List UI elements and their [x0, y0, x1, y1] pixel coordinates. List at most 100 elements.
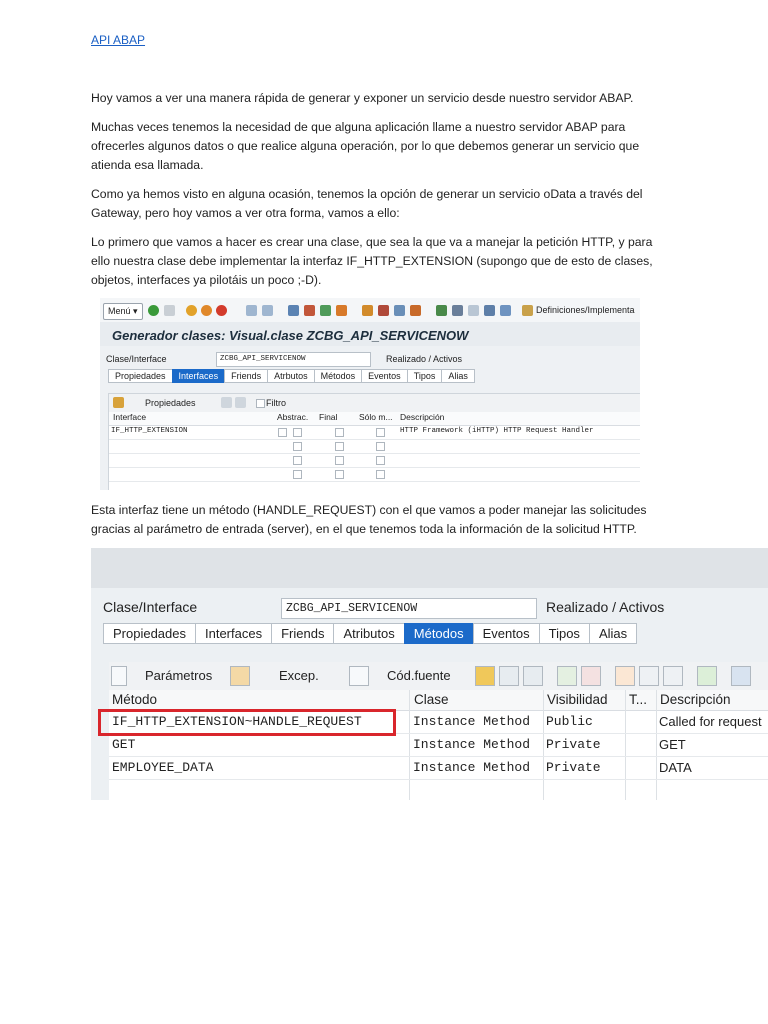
menu-button[interactable]: Menú ▾ [103, 303, 143, 320]
tab-properties[interactable]: Propiedades [103, 623, 196, 644]
status-label: Realizado / Activos [546, 599, 665, 615]
final-checkbox[interactable] [335, 456, 344, 465]
api-abap-link[interactable]: API ABAP [91, 33, 145, 47]
method-name: GET [112, 737, 136, 752]
delete-row-icon[interactable] [581, 666, 601, 686]
delete-row-icon[interactable] [235, 397, 246, 408]
modeled-checkbox[interactable] [376, 456, 385, 465]
sap-class-builder-screenshot: Menú ▾ Definiciones/Implementa Generador… [100, 298, 640, 490]
interface-name: IF_HTTP_EXTENSION [111, 427, 188, 435]
modeled-checkbox[interactable] [376, 428, 385, 437]
title-band [91, 548, 768, 588]
where-used-icon[interactable] [320, 305, 331, 316]
insert-row-icon[interactable] [557, 666, 577, 686]
display-object-icon[interactable] [362, 305, 373, 316]
table-row[interactable]: GET Instance Method Private GET [109, 734, 768, 757]
tab-friends[interactable]: Friends [271, 623, 335, 644]
hierarchy-icon[interactable] [697, 666, 717, 686]
method-paragraph: Esta interfaz tiene un método (HANDLE_RE… [91, 503, 647, 536]
paste-icon[interactable] [663, 666, 683, 686]
tab-interfaces[interactable]: Interfaces [171, 369, 226, 383]
class-interface-label: Clase/Interface [106, 354, 167, 364]
class-builder-title: Generador clases: Visual.clase ZCBG_API_… [112, 328, 469, 343]
tab-friends[interactable]: Friends [224, 369, 269, 383]
tab-strip: Propiedades Interfaces Friends Atrbutos … [108, 369, 475, 383]
tab-aliases[interactable]: Alias [441, 369, 475, 383]
col-description: Descripción [660, 692, 731, 707]
abstract-checkbox[interactable] [293, 470, 302, 479]
properties-button[interactable]: Propiedades [145, 398, 196, 408]
exceptions-button[interactable]: Excep. [279, 667, 319, 685]
abstract-checkbox[interactable] [293, 456, 302, 465]
move-icon[interactable] [523, 666, 543, 686]
modeled-checkbox[interactable] [376, 470, 385, 479]
table-row[interactable] [109, 454, 640, 468]
insert-row-icon[interactable] [221, 397, 232, 408]
definitions-icon[interactable] [522, 305, 533, 316]
object-list-icon[interactable] [336, 305, 347, 316]
exceptions-icon [230, 666, 250, 686]
final-checkbox[interactable] [335, 470, 344, 479]
tab-attributes[interactable]: Atributos [333, 623, 405, 644]
modeled-checkbox[interactable] [376, 442, 385, 451]
class-interface-field[interactable]: ZCBG_API_SERVICENOW [216, 352, 371, 367]
tab-types[interactable]: Tipos [406, 369, 443, 383]
col-type: T... [629, 692, 648, 707]
pencil-icon[interactable] [378, 305, 389, 316]
copy-icon[interactable] [499, 666, 519, 686]
filter-label: Filtro [266, 398, 286, 408]
tab-events[interactable]: Eventos [361, 369, 408, 383]
table-row[interactable] [109, 468, 640, 482]
layout-icon[interactable] [468, 305, 479, 316]
tab-methods[interactable]: Métodos [313, 369, 363, 383]
source-code-button[interactable]: Cód.fuente [387, 667, 451, 685]
edit-icon[interactable] [288, 305, 299, 316]
tab-attributes[interactable]: Atrbutos [267, 369, 315, 383]
abstract-checkbox[interactable] [293, 428, 302, 437]
back-icon[interactable] [186, 305, 197, 316]
sort-icon[interactable] [452, 305, 463, 316]
parameters-button[interactable]: Parámetros [145, 667, 212, 685]
table-row[interactable] [109, 440, 640, 454]
copy-row-icon[interactable] [639, 666, 659, 686]
method-name: EMPLOYEE_DATA [112, 760, 214, 775]
abstract-checkbox[interactable] [293, 442, 302, 451]
cut-icon[interactable] [615, 666, 635, 686]
tab-methods[interactable]: Métodos [403, 623, 474, 644]
exit-icon[interactable] [201, 305, 212, 316]
table-row[interactable]: EMPLOYEE_DATA Instance Method Private DA… [109, 757, 768, 780]
method-visibility: Public [546, 714, 593, 729]
final-checkbox[interactable] [335, 428, 344, 437]
display-icon[interactable] [278, 428, 287, 437]
tab-types[interactable]: Tipos [538, 623, 590, 644]
activate-icon[interactable] [304, 305, 315, 316]
table-row[interactable] [109, 780, 768, 800]
table-row[interactable]: IF_HTTP_EXTENSION HTTP Framework (iHTTP)… [109, 426, 640, 440]
final-checkbox[interactable] [335, 442, 344, 451]
method-type: Instance Method [413, 737, 531, 752]
tab-events[interactable]: Eventos [472, 623, 540, 644]
save-icon[interactable] [164, 305, 175, 316]
tab-aliases[interactable]: Alias [588, 623, 638, 644]
method-type: Instance Method [413, 760, 531, 775]
tab-strip: Propiedades Interfaces Friends Atributos… [103, 623, 638, 644]
navigate-icon[interactable] [394, 305, 405, 316]
previous-icon[interactable] [246, 305, 257, 316]
info-icon[interactable] [500, 305, 511, 316]
undo-icon[interactable] [475, 666, 495, 686]
filter-checkbox[interactable] [256, 399, 265, 408]
cancel-icon[interactable] [216, 305, 227, 316]
parameters-icon [111, 666, 127, 686]
tree-icon[interactable] [410, 305, 421, 316]
class-interface-field[interactable]: ZCBG_API_SERVICENOW [281, 598, 537, 619]
filter-icon[interactable] [484, 305, 495, 316]
tab-interfaces[interactable]: Interfaces [195, 623, 273, 644]
check-icon[interactable] [148, 305, 159, 316]
tab-properties[interactable]: Propiedades [108, 369, 173, 383]
definitions-button[interactable]: Definiciones/Implementa [536, 305, 635, 315]
hierarchy-icon[interactable] [436, 305, 447, 316]
need-paragraph: Muchas veces tenemos la necesidad de que… [91, 120, 640, 172]
sap-methods-screenshot: Clase/Interface ZCBG_API_SERVICENOW Real… [91, 548, 768, 800]
find-icon[interactable] [731, 666, 751, 686]
next-icon[interactable] [262, 305, 273, 316]
